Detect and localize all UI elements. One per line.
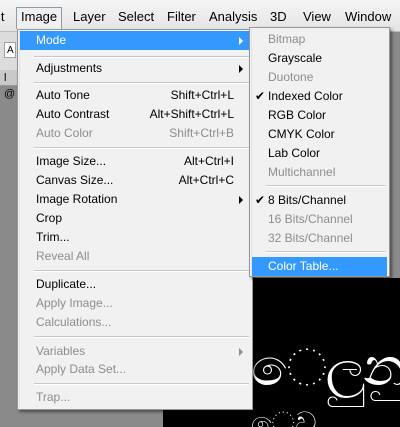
submenu-arrow-icon: [239, 65, 243, 73]
shortcut-auto-tone: Shift+Ctrl+L: [170, 88, 234, 102]
mode-item-bitmap-label: Bitmap: [268, 32, 306, 46]
menubar-3d[interactable]: 3D: [270, 8, 287, 26]
mode-item-32-bits-label: 32 Bits/Channel: [268, 231, 353, 245]
menu-item-adjustments-label: Adjustments: [36, 61, 103, 75]
mode-item-rgb-color-label: RGB Color: [268, 108, 327, 122]
separator: [34, 336, 249, 338]
menu-item-duplicate-label: Duplicate...: [36, 277, 97, 291]
separator: [34, 147, 249, 149]
menu-item-calculations-label: Calculations...: [36, 315, 112, 329]
menu-item-crop-label: Crop: [36, 211, 63, 225]
menu-item-auto-tone[interactable]: Auto Tone Shift+Ctrl+L: [20, 86, 250, 105]
separator: [266, 185, 386, 187]
mode-item-16-bits[interactable]: 16 Bits/Channel: [252, 210, 387, 229]
mode-item-lab-color-label: Lab Color: [268, 146, 321, 160]
menu-item-variables-label: Variables: [36, 344, 86, 358]
menu-item-duplicate[interactable]: Duplicate...: [20, 275, 250, 294]
mode-item-indexed-color-label: Indexed Color: [268, 89, 343, 103]
separator: [34, 270, 249, 272]
mode-item-duotone[interactable]: Duotone: [252, 68, 387, 87]
separator: [34, 82, 249, 84]
mode-item-bitmap[interactable]: Bitmap: [252, 30, 387, 49]
mode-item-indexed-color[interactable]: ✔ Indexed Color: [252, 87, 387, 106]
mode-item-grayscale[interactable]: Grayscale: [252, 49, 387, 68]
menu-item-auto-contrast[interactable]: Auto Contrast Alt+Shift+Ctrl+L: [20, 105, 250, 124]
menu-item-canvas-size-label: Canvas Size...: [36, 173, 114, 187]
menubar-edit[interactable]: it: [0, 8, 5, 26]
checkmark-icon: ✔: [255, 89, 266, 103]
menu-item-adjustments[interactable]: Adjustments: [20, 59, 250, 78]
menubar-filter[interactable]: Filter: [167, 8, 196, 26]
submenu-arrow-icon: [239, 348, 243, 356]
menubar-layer[interactable]: Layer: [73, 8, 106, 26]
image-menu: Mode Adjustments Auto Tone Shift+Ctrl+L …: [17, 29, 253, 410]
mode-item-lab-color[interactable]: Lab Color: [252, 144, 387, 163]
mode-item-cmyk-color-label: CMYK Color: [268, 127, 335, 141]
menu-item-image-rotation-label: Image Rotation: [36, 192, 118, 206]
mode-item-8-bits[interactable]: ✔ 8 Bits/Channel: [252, 191, 387, 210]
menu-item-apply-image-label: Apply Image...: [36, 296, 113, 310]
menubar-window[interactable]: Window: [345, 8, 391, 26]
menubar-analysis[interactable]: Analysis: [209, 8, 257, 26]
mode-item-color-table-label: Color Table...: [268, 259, 339, 273]
menu-item-mode[interactable]: Mode: [20, 31, 250, 50]
menu-item-trap[interactable]: Trap...: [20, 388, 250, 407]
menu-item-trim[interactable]: Trim...: [20, 228, 250, 247]
shortcut-auto-color: Shift+Ctrl+B: [169, 126, 234, 140]
separator: [34, 56, 249, 58]
mode-item-multichannel-label: Multichannel: [268, 165, 336, 179]
canvas-text: ෙලුනු ශ: [251, 338, 400, 398]
menu-item-auto-contrast-label: Auto Contrast: [36, 107, 110, 121]
menu-item-reveal-all[interactable]: Reveal All: [20, 247, 250, 266]
menu-item-auto-tone-label: Auto Tone: [36, 88, 90, 102]
menu-item-reveal-all-label: Reveal All: [36, 249, 90, 263]
mode-item-duotone-label: Duotone: [268, 70, 314, 84]
menu-item-variables[interactable]: Variables: [20, 342, 250, 361]
menu-item-apply-data-set-label: Apply Data Set...: [36, 362, 127, 376]
menubar-image[interactable]: Image: [21, 8, 57, 26]
shortcut-image-size: Alt+Ctrl+I: [183, 154, 234, 168]
mode-item-32-bits[interactable]: 32 Bits/Channel: [252, 229, 387, 248]
submenu-arrow-icon: [239, 37, 243, 45]
menubar-select[interactable]: Select: [118, 8, 154, 26]
menu-item-apply-data-set[interactable]: Apply Data Set...: [20, 360, 250, 379]
mode-item-rgb-color[interactable]: RGB Color: [252, 106, 387, 125]
menu-item-auto-color-label: Auto Color: [36, 126, 93, 140]
submenu-arrow-icon: [239, 196, 243, 204]
mode-item-color-table[interactable]: Color Table...: [252, 257, 387, 276]
menu-item-mode-label: Mode: [36, 33, 67, 47]
mode-submenu: Bitmap Grayscale Duotone ✔ Indexed Color…: [249, 27, 390, 277]
mode-item-cmyk-color[interactable]: CMYK Color: [252, 125, 387, 144]
menu-item-image-size[interactable]: Image Size... Alt+Ctrl+I: [20, 152, 250, 171]
shortcut-canvas-size: Alt+Ctrl+C: [178, 173, 234, 187]
menu-item-apply-image[interactable]: Apply Image...: [20, 294, 250, 313]
shortcut-auto-contrast: Alt+Shift+Ctrl+L: [149, 107, 234, 121]
checkmark-icon: ✔: [255, 193, 266, 207]
menubar-view[interactable]: View: [303, 8, 331, 26]
menu-item-trap-label: Trap...: [36, 390, 71, 404]
menu-item-trim-label: Trim...: [36, 230, 70, 244]
menu-item-calculations[interactable]: Calculations...: [20, 313, 250, 332]
mode-item-8-bits-label: 8 Bits/Channel: [268, 193, 347, 207]
mode-item-16-bits-label: 16 Bits/Channel: [268, 212, 353, 226]
separator: [266, 251, 386, 253]
canvas-text-second-line: ෙව: [251, 406, 317, 427]
menu-item-crop[interactable]: Crop: [20, 209, 250, 228]
menu-item-image-size-label: Image Size...: [36, 154, 107, 168]
menu-item-auto-color[interactable]: Auto Color Shift+Ctrl+B: [20, 124, 250, 143]
menu-item-image-rotation[interactable]: Image Rotation: [20, 190, 250, 209]
menu-item-canvas-size[interactable]: Canvas Size... Alt+Ctrl+C: [20, 171, 250, 190]
mode-item-grayscale-label: Grayscale: [268, 51, 323, 65]
mode-item-multichannel[interactable]: Multichannel: [252, 163, 387, 182]
options-field[interactable]: A: [4, 42, 16, 58]
separator: [34, 383, 249, 385]
